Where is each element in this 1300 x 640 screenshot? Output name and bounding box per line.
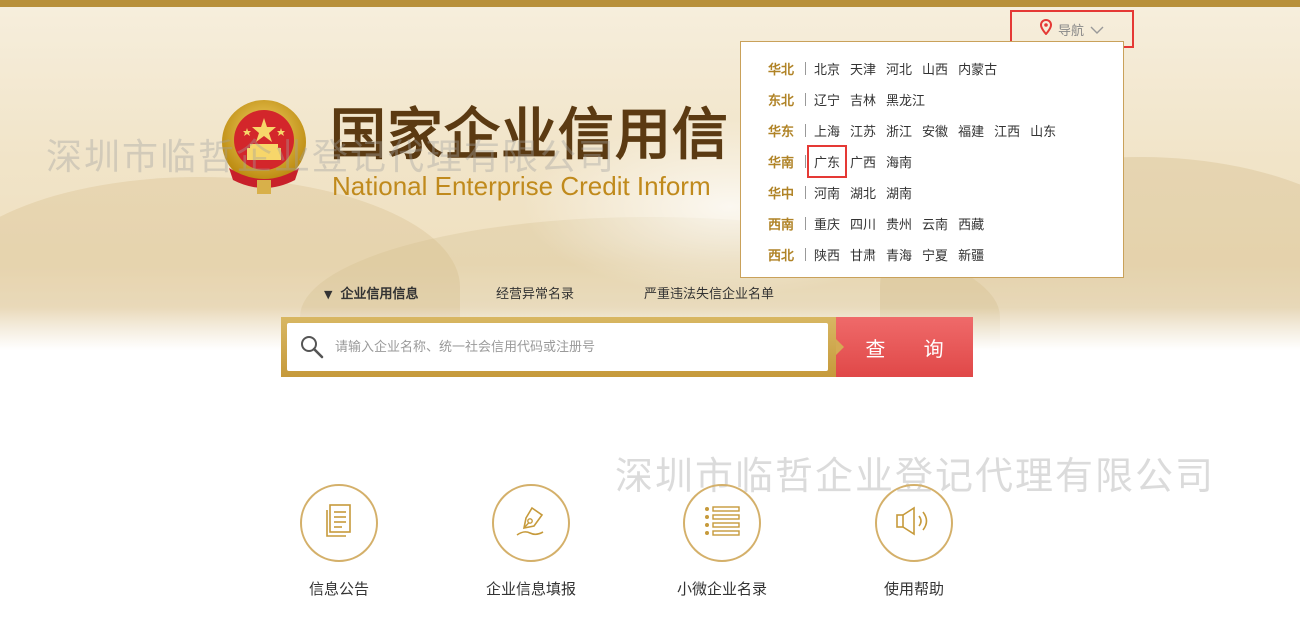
- search-input[interactable]: [335, 327, 828, 367]
- province-link[interactable]: 贵州: [886, 214, 912, 233]
- region-separator: [805, 247, 806, 261]
- tab-enterprise-credit-info[interactable]: ▼ 企业信用信息: [324, 283, 418, 302]
- region-row: 华东 上海 江苏 浙江 安徽 福建 江西 山东: [768, 120, 1066, 140]
- feature-label: 信息公告: [308, 580, 369, 598]
- top-accent-bar: [0, 0, 1300, 7]
- region-name: 华南: [768, 155, 795, 171]
- site-title: 国家企业信用信: [330, 103, 729, 168]
- province-link[interactable]: 四川: [850, 214, 876, 233]
- region-name: 东北: [768, 93, 795, 109]
- speaker-icon: [894, 504, 934, 542]
- province-link[interactable]: 安徽: [922, 121, 948, 140]
- province-link[interactable]: 陕西: [814, 245, 840, 264]
- chevron-down-icon: [1090, 20, 1104, 39]
- province-link[interactable]: 山东: [1030, 121, 1056, 140]
- region-separator: [805, 92, 806, 106]
- region-separator: [805, 154, 806, 168]
- province-link[interactable]: 湖南: [886, 183, 912, 202]
- province-link[interactable]: 宁夏: [922, 245, 948, 264]
- feature-label: 使用帮助: [883, 580, 944, 598]
- province-link[interactable]: 吉林: [850, 90, 876, 109]
- province-link[interactable]: 山西: [922, 59, 948, 78]
- province-link[interactable]: 内蒙古: [958, 59, 997, 78]
- site-subtitle-english: National Enterprise Credit Inform: [332, 171, 711, 201]
- region-row: 华北 北京 天津 河北 山西 内蒙古: [768, 58, 1007, 78]
- province-link[interactable]: 江西: [994, 121, 1020, 140]
- feature-label: 企业信息填报: [485, 580, 576, 598]
- province-link[interactable]: 河北: [886, 59, 912, 78]
- feature-usage-help[interactable]: 使用帮助: [844, 484, 984, 614]
- location-pin-icon: [1039, 18, 1052, 39]
- tab-serious-violation-list[interactable]: 严重违法失信企业名单: [644, 283, 774, 302]
- search-button[interactable]: 查 询: [836, 317, 973, 377]
- region-name: 华北: [768, 62, 795, 78]
- province-link[interactable]: 甘肃: [850, 245, 876, 264]
- feature-label: 小微企业名录: [676, 580, 767, 598]
- region-row: 东北 辽宁 吉林 黑龙江: [768, 89, 935, 109]
- province-link[interactable]: 河南: [814, 183, 840, 202]
- region-separator: [805, 185, 806, 199]
- region-name: 西北: [768, 248, 795, 264]
- list-icon: [702, 504, 742, 542]
- region-navigation-panel: 华北 北京 天津 河北 山西 内蒙古东北 辽宁 吉林 黑龙江华东 上海 江苏 浙江 安徽 福建 江西 山东华南…: [740, 41, 1124, 278]
- province-link[interactable]: 福建: [958, 121, 984, 140]
- province-link[interactable]: 西藏: [958, 214, 984, 233]
- province-link[interactable]: 上海: [814, 121, 840, 140]
- feature-enterprise-info-report[interactable]: 企业信息填报: [461, 484, 601, 614]
- tab-abnormal-operation-list[interactable]: 经营异常名录: [496, 283, 574, 302]
- national-emblem-logo: [219, 98, 309, 196]
- search-icon: [299, 334, 325, 360]
- navigation-label: 导航: [1057, 23, 1084, 39]
- region-separator: [805, 61, 806, 75]
- province-link[interactable]: 黑龙江: [886, 90, 925, 109]
- triangle-down-icon: ▼: [324, 288, 333, 301]
- search-box: [281, 317, 836, 377]
- province-link[interactable]: 湖北: [850, 183, 876, 202]
- feature-small-micro-enterprise-list[interactable]: 小微企业名录: [652, 484, 792, 614]
- province-link[interactable]: 广东: [806, 144, 848, 178]
- region-name: 华中: [768, 186, 795, 202]
- province-link[interactable]: 北京: [814, 59, 840, 78]
- province-link[interactable]: 新疆: [958, 245, 984, 264]
- province-link[interactable]: 江苏: [850, 121, 876, 140]
- province-link[interactable]: 广西: [850, 152, 876, 171]
- region-separator: [805, 123, 806, 137]
- province-link[interactable]: 天津: [850, 59, 876, 78]
- province-link[interactable]: 云南: [922, 214, 948, 233]
- province-link[interactable]: 辽宁: [814, 90, 840, 109]
- province-link[interactable]: 浙江: [886, 121, 912, 140]
- province-link[interactable]: 青海: [886, 245, 912, 264]
- feature-info-announcement[interactable]: 信息公告: [269, 484, 409, 614]
- province-link[interactable]: 重庆: [814, 214, 840, 233]
- region-row: 西南 重庆 四川 贵州 云南 西藏: [768, 213, 994, 233]
- region-row: 西北 陕西 甘肃 青海 宁夏 新疆: [768, 244, 994, 264]
- document-icon: [321, 502, 357, 544]
- region-row: 华中 河南 湖北 湖南: [768, 182, 922, 202]
- region-row: 华南 广东 广西 海南: [768, 144, 922, 178]
- region-separator: [805, 216, 806, 230]
- region-name: 华东: [768, 124, 795, 140]
- pen-icon: [512, 502, 550, 544]
- region-name: 西南: [768, 217, 795, 233]
- province-link[interactable]: 海南: [886, 152, 912, 171]
